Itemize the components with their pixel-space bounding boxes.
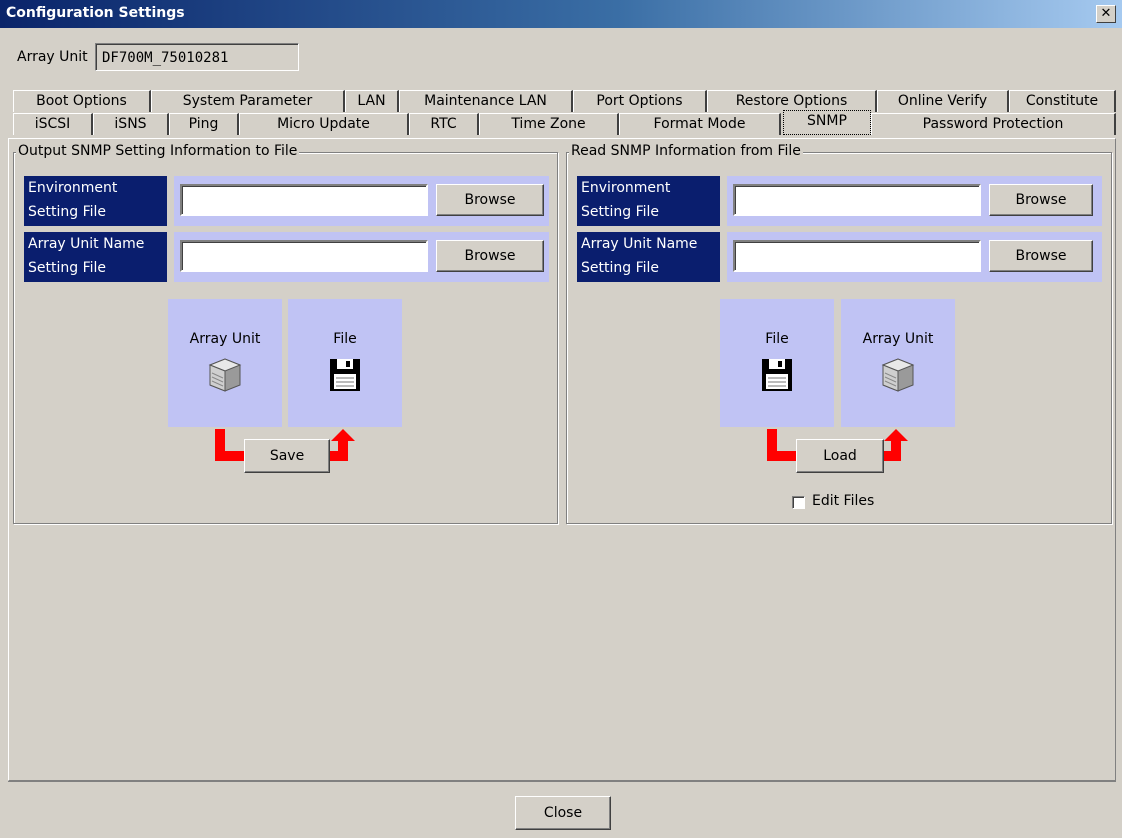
read-array-unit-tile: Array Unit: [841, 299, 955, 427]
tab-boot-options[interactable]: Boot Options: [13, 90, 151, 112]
title-bar: Configuration Settings ✕: [0, 0, 1122, 28]
read-name-field-area: Browse: [727, 232, 1102, 282]
tab-system-parameter[interactable]: System Parameter: [151, 90, 345, 112]
tab-password-protection[interactable]: Password Protection: [871, 113, 1116, 135]
output-env-browse-button[interactable]: Browse: [436, 184, 544, 216]
output-env-label-line1: Environment: [28, 180, 118, 196]
read-env-row: Environment Setting File Browse: [577, 176, 1102, 226]
edit-files-label: Edit Files: [812, 493, 875, 509]
tab-port-options[interactable]: Port Options: [573, 90, 707, 112]
output-file-tile-label: File: [333, 331, 357, 347]
tab-isns[interactable]: iSNS: [93, 113, 169, 135]
output-file-tile: File: [288, 299, 402, 427]
load-button[interactable]: Load: [796, 439, 884, 473]
floppy-disk-icon: [330, 359, 360, 391]
read-name-browse-button[interactable]: Browse: [989, 240, 1093, 272]
read-group-legend: Read SNMP Information from File: [569, 143, 803, 159]
tab-snmp[interactable]: SNMP: [783, 110, 871, 135]
tab-ping[interactable]: Ping: [169, 113, 239, 135]
output-name-label-line1: Array Unit Name: [28, 236, 145, 252]
read-env-label: Environment Setting File: [577, 176, 720, 226]
output-name-label: Array Unit Name Setting File: [24, 232, 167, 282]
read-file-tile: File: [720, 299, 834, 427]
output-env-file-input[interactable]: [180, 184, 428, 216]
read-env-label-line1: Environment: [581, 180, 671, 196]
output-name-field-area: Browse: [174, 232, 549, 282]
output-snmp-group: Output SNMP Setting Information to File …: [13, 143, 558, 524]
read-name-label-line1: Array Unit Name: [581, 236, 698, 252]
read-red-arrowhead-icon: [884, 429, 908, 441]
tab-online-verify[interactable]: Online Verify: [877, 90, 1009, 112]
footer-separator: [8, 781, 1116, 782]
read-array-unit-tile-label: Array Unit: [862, 331, 934, 347]
read-snmp-group: Read SNMP Information from File Environm…: [566, 143, 1112, 524]
output-red-arrow-left-horizontal: [215, 451, 245, 461]
close-button[interactable]: Close: [515, 796, 611, 830]
output-env-label: Environment Setting File: [24, 176, 167, 226]
read-env-file-input[interactable]: [733, 184, 981, 216]
read-name-label-line2: Setting File: [581, 260, 660, 276]
read-env-field-area: Browse: [727, 176, 1102, 226]
window-close-button[interactable]: ✕: [1096, 5, 1116, 23]
output-array-unit-tile: Array Unit: [168, 299, 282, 427]
array-unit-label: Array Unit: [17, 49, 88, 65]
tab-lan[interactable]: LAN: [345, 90, 399, 112]
tab-micro-update[interactable]: Micro Update: [239, 113, 409, 135]
tab-maintenance-lan[interactable]: Maintenance LAN: [399, 90, 573, 112]
read-name-label: Array Unit Name Setting File: [577, 232, 720, 282]
output-red-arrowhead-icon: [331, 429, 355, 441]
read-env-label-line2: Setting File: [581, 204, 660, 220]
tab-time-zone[interactable]: Time Zone: [479, 113, 619, 135]
output-env-field-area: Browse: [174, 176, 549, 226]
save-button[interactable]: Save: [244, 439, 330, 473]
tab-constitute[interactable]: Constitute: [1009, 90, 1116, 112]
array-unit-disk-icon: [881, 358, 915, 392]
tab-format-mode[interactable]: Format Mode: [619, 113, 781, 135]
output-array-unit-tile-label: Array Unit: [189, 331, 261, 347]
output-name-row: Array Unit Name Setting File Browse: [24, 232, 549, 282]
read-file-tile-label: File: [765, 331, 789, 347]
floppy-disk-icon: [762, 359, 792, 391]
read-env-browse-button[interactable]: Browse: [989, 184, 1093, 216]
output-env-label-line2: Setting File: [28, 204, 107, 220]
array-unit-field: DF700M_75010281: [95, 43, 299, 71]
edit-files-checkbox[interactable]: [792, 496, 805, 509]
window-title: Configuration Settings: [6, 5, 185, 21]
output-name-file-input[interactable]: [180, 240, 428, 272]
tab-rtc[interactable]: RTC: [409, 113, 479, 135]
read-name-row: Array Unit Name Setting File Browse: [577, 232, 1102, 282]
read-name-file-input[interactable]: [733, 240, 981, 272]
array-unit-disk-icon: [208, 358, 242, 392]
read-red-arrow-left-horizontal: [767, 451, 797, 461]
tab-iscsi[interactable]: iSCSI: [13, 113, 93, 135]
tab-restore-options[interactable]: Restore Options: [707, 90, 877, 112]
output-name-browse-button[interactable]: Browse: [436, 240, 544, 272]
output-group-legend: Output SNMP Setting Information to File: [16, 143, 300, 159]
output-name-label-line2: Setting File: [28, 260, 107, 276]
output-env-row: Environment Setting File Browse: [24, 176, 549, 226]
